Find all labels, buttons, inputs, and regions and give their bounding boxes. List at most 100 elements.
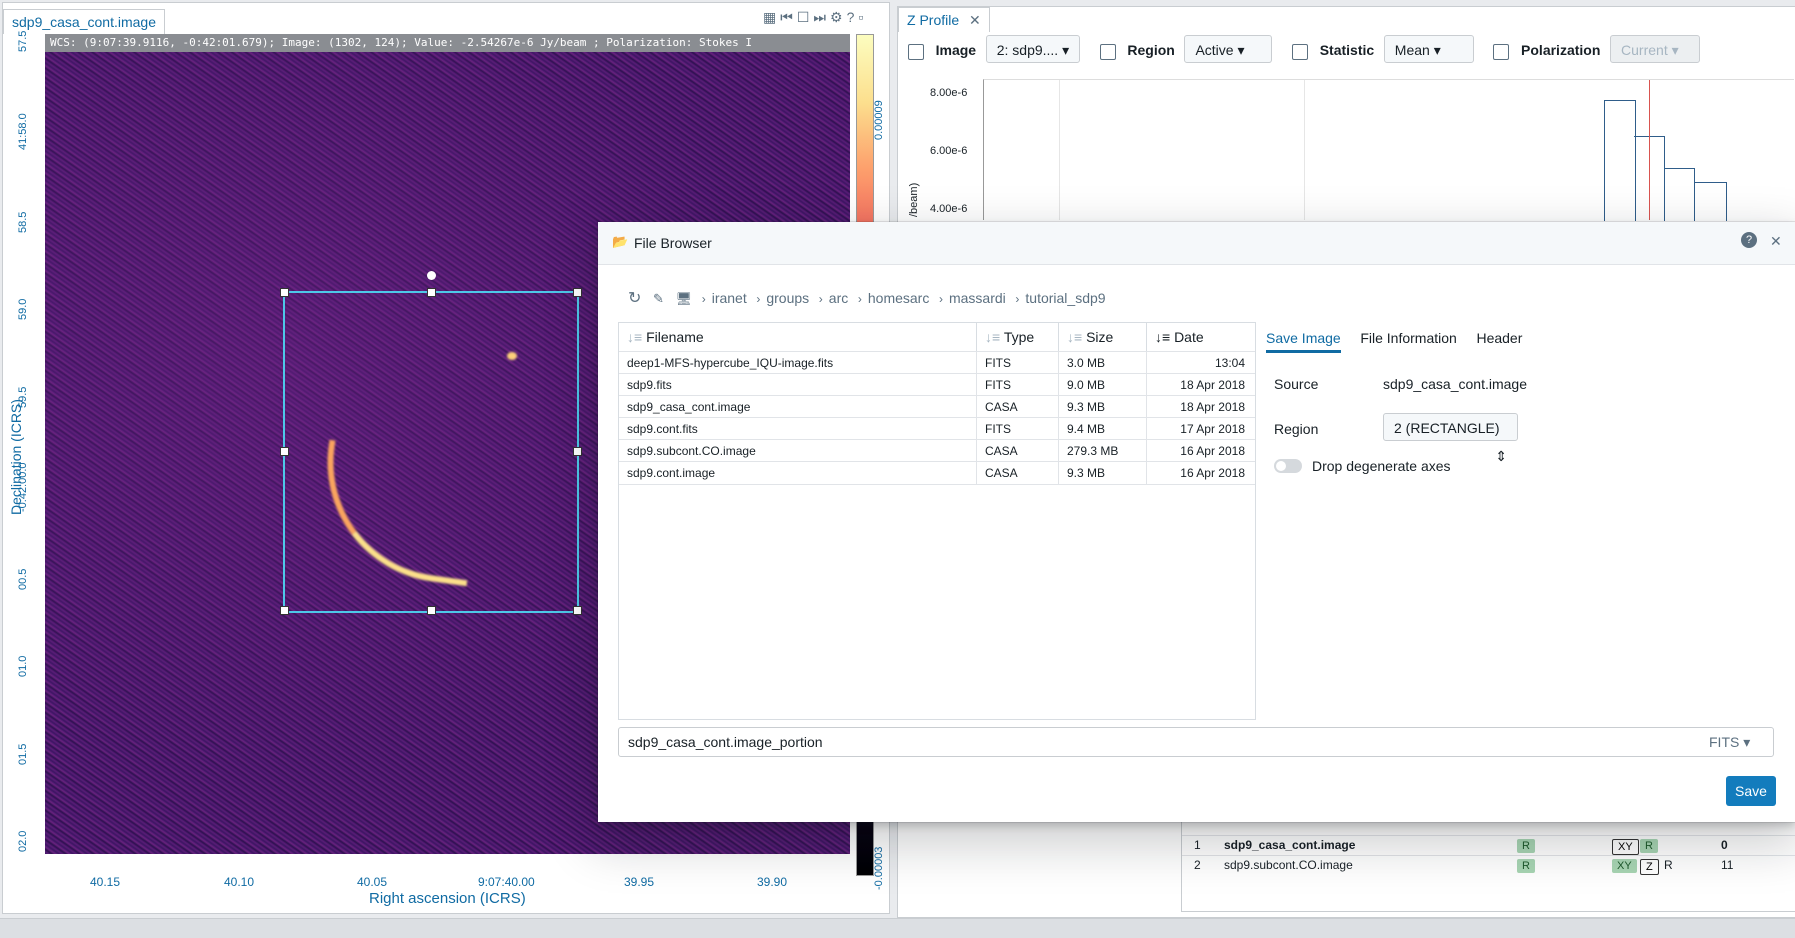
y-tick: 02.0	[17, 830, 29, 852]
statistic-checkbox[interactable]	[1292, 43, 1309, 60]
region-select[interactable]: 2 (RECTANGLE) ⇕	[1383, 413, 1518, 464]
region-rotate-handle[interactable]	[427, 271, 436, 280]
table-row[interactable]: 1 sdp9_casa_cont.image R XY R 0	[1182, 835, 1795, 856]
format-select[interactable]: FITS ▾	[1709, 728, 1750, 756]
tab-header[interactable]: Header	[1476, 330, 1522, 346]
channel-marker[interactable]	[1649, 80, 1650, 220]
file-name: sdp9.cont.image	[619, 462, 977, 484]
y-tick: 01.0	[17, 655, 29, 677]
file-type: FITS	[977, 352, 1059, 374]
polarization-checkbox[interactable]	[1493, 43, 1510, 60]
gear-icon[interactable]: ⚙	[830, 9, 847, 25]
image-select[interactable]: 2: sdp9.... ▾	[985, 35, 1081, 63]
file-size: 279.3 MB	[1059, 440, 1147, 462]
drop-axes-label: Drop degenerate axes	[1312, 458, 1451, 474]
table-row[interactable]: sdp9.cont.fits FITS 9.4 MB 17 Apr 2018	[619, 417, 1255, 440]
table-row[interactable]: sdp9.subcont.CO.image CASA 279.3 MB 16 A…	[619, 439, 1255, 462]
region-select[interactable]: Active ▾	[1184, 35, 1273, 63]
close-icon[interactable]: ✕	[969, 12, 981, 28]
filename-input[interactable]: sdp9_casa_cont.image_portion FITS ▾	[618, 727, 1774, 757]
breadcrumb-item[interactable]: tutorial_sdp9	[1025, 290, 1105, 306]
file-date: 16 Apr 2018	[1180, 444, 1245, 458]
minimize-icon[interactable]: ▫	[858, 9, 867, 25]
last-frame-icon[interactable]: ⏭	[813, 9, 830, 25]
zprofile-tab[interactable]: Z Profile ✕	[898, 7, 990, 32]
region-label: Region	[1127, 42, 1175, 58]
layer-badge-r[interactable]: R	[1517, 859, 1535, 873]
layer-badge-xy[interactable]: XY	[1612, 839, 1639, 855]
table-row[interactable]: sdp9_casa_cont.image CASA 9.3 MB 18 Apr …	[619, 395, 1255, 418]
file-size: 9.3 MB	[1059, 396, 1147, 418]
profile-plot[interactable]	[983, 79, 1794, 221]
column-header-filename[interactable]: ↓≡ Filename	[619, 323, 977, 351]
region-handle[interactable]	[280, 288, 289, 297]
first-frame-icon[interactable]: ⏮	[780, 9, 797, 25]
file-name: sdp9_casa_cont.image	[619, 396, 977, 418]
image-toolbar: ▦⏮☐⏭⚙?▫	[763, 9, 867, 26]
status-bar	[0, 918, 1795, 938]
tab-save-image[interactable]: Save Image	[1266, 330, 1341, 353]
file-date: 17 Apr 2018	[1180, 422, 1245, 436]
breadcrumb-item[interactable]: massardi	[949, 290, 1006, 306]
refresh-icon[interactable]: ↻	[628, 290, 641, 307]
grid-icon[interactable]: ▦	[763, 9, 780, 25]
x-tick: 39.90	[757, 875, 788, 889]
breadcrumb: ↻ ✎ 🖥 › iranet › groups › arc › homesarc › ma…	[628, 290, 1106, 307]
polarization-label: Polarization	[1521, 42, 1601, 58]
region-handle[interactable]	[280, 606, 289, 615]
column-header-date[interactable]: ↓≡ Date	[1147, 323, 1255, 351]
region-handle[interactable]	[573, 606, 582, 615]
x-tick: 40.05	[357, 875, 388, 889]
region-label: Region	[1274, 421, 1319, 437]
region-handle[interactable]	[573, 447, 582, 456]
close-icon[interactable]: ✕	[1770, 233, 1782, 250]
desktop-icon[interactable]: 🖥	[676, 291, 693, 306]
region-handle[interactable]	[427, 606, 436, 615]
layer-index: 1	[1194, 838, 1201, 852]
square-icon[interactable]: ☐	[797, 9, 814, 25]
table-row[interactable]: deep1-MFS-hypercube_IQU-image.fits FITS …	[619, 351, 1255, 374]
region-checkbox[interactable]	[1099, 43, 1116, 60]
file-name: sdp9.cont.fits	[619, 418, 977, 440]
y-tick: 58.5	[17, 211, 29, 233]
dialog-title: File Browser	[634, 235, 712, 251]
layer-badge-r[interactable]: R	[1640, 839, 1658, 853]
layer-badge-z[interactable]: Z	[1640, 859, 1659, 875]
profile-step	[1664, 168, 1695, 221]
help-icon[interactable]: ?	[1741, 232, 1757, 248]
polarization-select: Current ▾	[1610, 35, 1701, 63]
drop-axes-toggle[interactable]	[1274, 459, 1302, 473]
column-header-size[interactable]: ↓≡ Size	[1059, 323, 1147, 351]
table-row[interactable]: sdp9.cont.image CASA 9.3 MB 16 Apr 2018	[619, 461, 1255, 485]
file-table: ↓≡ Filename ↓≡ Type ↓≡ Size ↓≡ Date deep…	[618, 322, 1256, 720]
breadcrumb-item[interactable]: iranet	[712, 290, 747, 306]
layer-badge-xy[interactable]: XY	[1612, 859, 1637, 873]
breadcrumb-item[interactable]: arc	[829, 290, 848, 306]
tab-file-information[interactable]: File Information	[1360, 330, 1456, 346]
region-handle[interactable]	[280, 447, 289, 456]
y-tick: 59.0	[17, 298, 29, 320]
help-icon[interactable]: ?	[847, 9, 859, 25]
image-checkbox[interactable]	[908, 43, 924, 60]
column-header-type[interactable]: ↓≡ Type	[977, 323, 1059, 351]
file-type: CASA	[977, 396, 1059, 418]
file-date: 16 Apr 2018	[1180, 466, 1245, 480]
table-row[interactable]: 2 sdp9.subcont.CO.image R XY Z R 11	[1182, 855, 1795, 876]
statistic-label: Statistic	[1319, 42, 1375, 58]
layer-name: sdp9.subcont.CO.image	[1224, 858, 1353, 872]
edit-icon[interactable]: ✎	[653, 291, 664, 306]
profile-step	[1694, 182, 1727, 221]
statistic-select[interactable]: Mean ▾	[1383, 35, 1474, 63]
region-handle[interactable]	[573, 288, 582, 297]
layer-badge-r[interactable]: R	[1517, 839, 1535, 853]
region-handle[interactable]	[427, 288, 436, 297]
table-row[interactable]: sdp9.fits FITS 9.0 MB 18 Apr 2018	[619, 373, 1255, 396]
breadcrumb-item[interactable]: homesarc	[868, 290, 929, 306]
layer-badge-r-plain[interactable]: R	[1664, 858, 1673, 872]
file-type: CASA	[977, 462, 1059, 484]
save-button[interactable]: Save	[1726, 776, 1776, 806]
file-browser-dialog: 📂 File Browser ? ✕ ↻ ✎ 🖥 › iranet › groups…	[598, 222, 1795, 822]
folder-open-icon: 📂	[612, 234, 629, 249]
breadcrumb-item[interactable]: groups	[766, 290, 809, 306]
region-rectangle[interactable]	[280, 271, 582, 615]
